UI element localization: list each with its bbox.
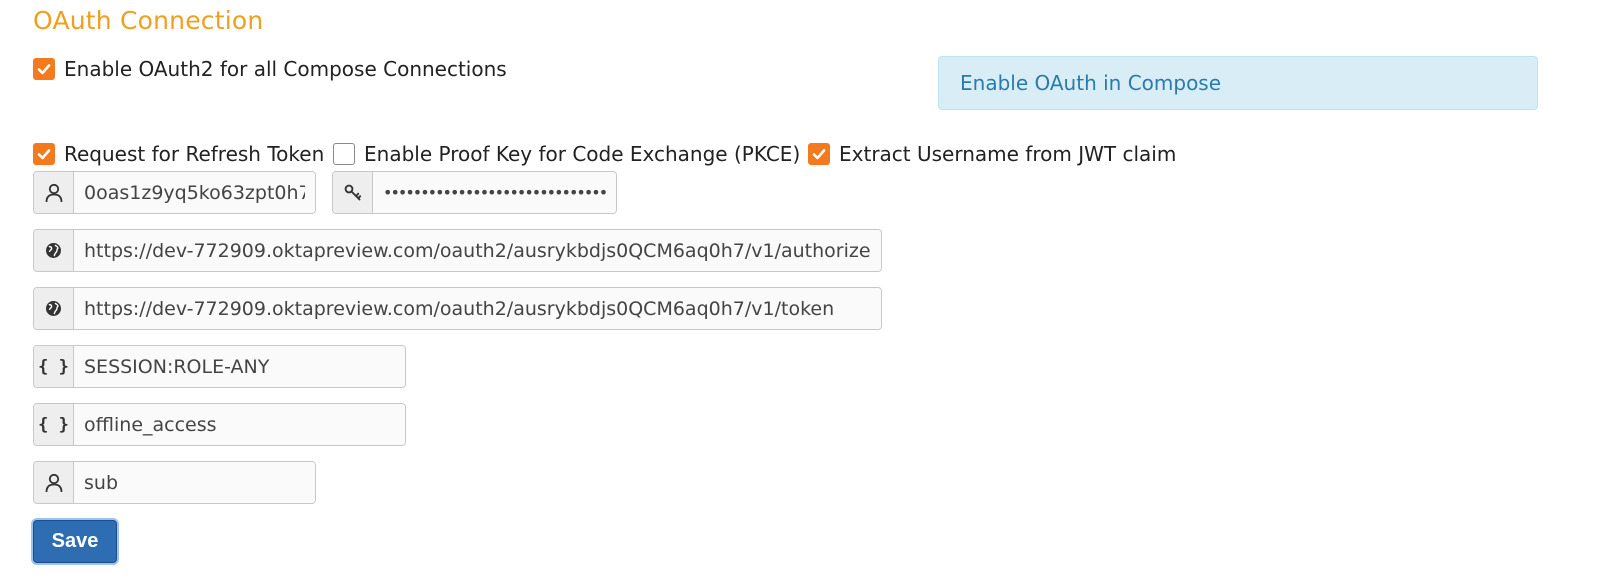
enable-oauth-label: Enable OAuth2 for all Compose Connection… — [64, 57, 507, 81]
scope-input[interactable] — [74, 346, 405, 387]
pkce-label: Enable Proof Key for Code Exchange (PKCE… — [364, 142, 801, 166]
jwt-username-checkbox[interactable]: Extract Username from JWT claim — [808, 142, 1176, 166]
braces-icon: { } — [34, 404, 74, 445]
checkbox-unchecked-icon[interactable] — [333, 143, 355, 165]
token-url-input[interactable] — [74, 288, 881, 329]
info-alert-text: Enable OAuth in Compose — [960, 71, 1222, 95]
user-icon — [34, 172, 74, 213]
jwt-claim-input[interactable] — [74, 462, 315, 503]
globe-icon — [34, 288, 74, 329]
section-title: OAuth Connection — [33, 6, 264, 35]
jwt-claim-input-group — [33, 461, 316, 504]
key-icon — [333, 172, 373, 213]
braces-icon: { } — [34, 346, 74, 387]
pkce-checkbox[interactable]: Enable Proof Key for Code Exchange (PKCE… — [333, 142, 800, 166]
checkbox-checked-icon[interactable] — [808, 143, 830, 165]
refresh-token-label: Request for Refresh Token — [64, 142, 325, 166]
token-url-input-group — [33, 287, 882, 330]
checkbox-checked-icon[interactable] — [33, 143, 55, 165]
auth-url-input[interactable] — [74, 230, 881, 271]
client-id-input[interactable] — [74, 172, 315, 213]
checkbox-checked-icon[interactable] — [33, 58, 55, 80]
auth-url-input-group — [33, 229, 882, 272]
refresh-scope-input[interactable] — [74, 404, 405, 445]
refresh-token-checkbox[interactable]: Request for Refresh Token — [33, 142, 324, 166]
scope-input-group: { } — [33, 345, 406, 388]
globe-icon — [34, 230, 74, 271]
oauth-settings-page: OAuth Connection Enable OAuth2 for all C… — [0, 0, 1600, 580]
client-id-input-group — [33, 171, 316, 214]
save-button[interactable]: Save — [33, 520, 117, 563]
enable-oauth-checkbox[interactable]: Enable OAuth2 for all Compose Connection… — [33, 57, 507, 81]
user-icon — [34, 462, 74, 503]
info-alert: Enable OAuth in Compose — [938, 56, 1538, 110]
client-secret-input-group — [332, 171, 617, 214]
refresh-scope-input-group: { } — [33, 403, 406, 446]
client-secret-input[interactable] — [373, 172, 616, 213]
jwt-username-label: Extract Username from JWT claim — [839, 142, 1177, 166]
